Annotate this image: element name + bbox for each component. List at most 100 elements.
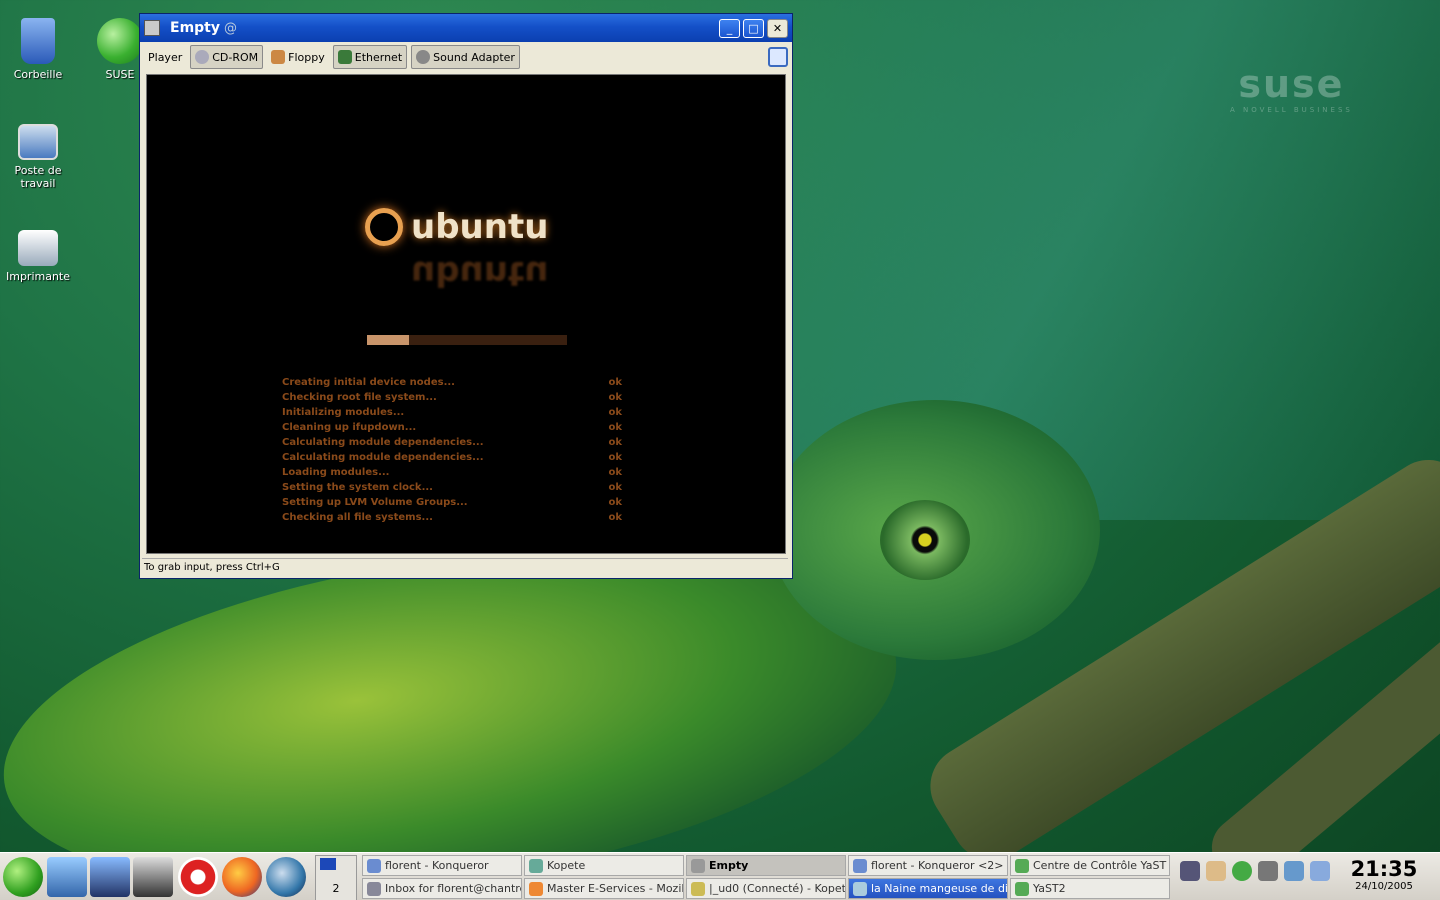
boot-log-status: ok [608,407,622,418]
suse-updater-icon[interactable] [1232,861,1252,881]
task-inbox[interactable]: Inbox for florent@chantret [362,878,522,899]
ubuntu-logo-text: ubuntu [411,207,549,247]
clock-date: 24/10/2005 [1355,881,1413,892]
maximize-button[interactable]: □ [743,18,764,38]
window-swirl-icon: @ [224,20,237,36]
boot-log-line: Calculating module dependencies... ok [282,435,622,450]
kopete-icon [529,859,543,873]
speaker-icon [416,50,431,64]
boot-log-line: Loading modules... ok [282,465,622,480]
ubuntu-logo: ubuntu [365,207,548,247]
suse-brand-watermark: suse A NOVELL BUSINESS [1230,62,1353,114]
sound-adapter-button[interactable]: Sound Adapter [411,45,520,69]
task-kopete-chat[interactable]: |_ud0 (Connecté) - Kopete [686,878,846,899]
boot-log-line: Initializing modules... ok [282,405,622,420]
pager-desktop-1[interactable] [320,858,336,870]
fullscreen-icon[interactable] [768,47,788,67]
minimize-button[interactable]: _ [719,18,740,38]
pager-desktop-2[interactable]: 2 [316,882,356,895]
task-label: Master E-Services - Mozilla F [547,882,684,895]
suse-chameleon-icon [97,18,143,64]
desktop-icon-trash[interactable]: Corbeille [0,18,76,81]
volume-icon[interactable] [1284,861,1304,881]
boot-log-line: Setting the system clock... ok [282,480,622,495]
desktop-icon-printer[interactable]: Imprimante [0,230,76,283]
task-mozilla[interactable]: Master E-Services - Mozilla F [524,878,684,899]
task-konqueror-1[interactable]: florent - Konqueror [362,855,522,876]
display-settings-icon[interactable] [1310,861,1330,881]
suse-brand-word: suse [1238,62,1345,106]
task-yast2[interactable]: YaST2 [1010,878,1170,899]
device-toolbar: Player CD-ROM Floppy Ethernet Sound Adap… [140,42,792,72]
klipper-icon[interactable] [1206,861,1226,881]
chat-icon [691,882,705,896]
boot-log-message: Checking all file systems... [282,512,433,523]
boot-progress-fill [367,335,409,345]
vm-player-window: Empty @ _ □ ✕ Player CD-ROM Floppy Ether… [139,13,793,579]
guest-display[interactable]: ubuntu ubuntu Creating initial device no… [146,74,786,554]
floppy-button[interactable]: Floppy [267,45,329,69]
sound-adapter-label: Sound Adapter [433,50,515,64]
window-statusbar: To grab input, press Ctrl+G [142,558,788,576]
cdrom-icon [195,50,210,64]
power-plug-icon[interactable] [1258,861,1278,881]
yast-icon [1015,882,1029,896]
boot-log-line: Creating initial device nodes... ok [282,375,622,390]
task-label: Centre de Contrôle YaST @ [1033,859,1170,872]
boot-log-message: Setting up LVM Volume Groups... [282,497,468,508]
window-titlebar[interactable]: Empty @ _ □ ✕ [140,14,792,42]
ethernet-button[interactable]: Ethernet [332,45,408,69]
suse-menu-icon[interactable] [3,857,43,897]
task-konqueror-2[interactable]: florent - Konqueror <2> [848,855,1008,876]
vm-icon [691,859,705,873]
boot-log-line: Setting up LVM Volume Groups... ok [282,495,622,510]
terminal-icon[interactable] [133,857,173,897]
task-kopete[interactable]: Kopete [524,855,684,876]
ethernet-icon [337,50,352,64]
network-icon[interactable] [1180,861,1200,881]
boot-progress-bar [367,335,567,345]
boot-log-message: Setting the system clock... [282,482,433,493]
home-folder-icon[interactable] [90,857,130,897]
printer-icon [18,230,58,266]
boot-log-line: Cleaning up ifupdown... ok [282,420,622,435]
task-label: florent - Konqueror [385,859,489,872]
window-title: Empty [170,20,220,36]
boot-log-status: ok [608,482,622,493]
boot-log-line: Checking all file systems... ok [282,510,622,525]
task-empty[interactable]: Empty [686,855,846,876]
task-naine[interactable]: la Naine mangeuse de dieux [848,878,1008,899]
boot-log-message: Loading modules... [282,467,390,478]
boot-log-status: ok [608,377,622,388]
konqueror-icon [367,859,381,873]
trash-icon [21,18,55,64]
window-app-icon[interactable] [144,20,160,36]
yast-icon [1015,859,1029,873]
suse-brand-tagline: A NOVELL BUSINESS [1230,106,1353,114]
cdrom-button[interactable]: CD-ROM [190,45,264,69]
desktop-icon-label: Corbeille [13,68,63,81]
boot-log-status: ok [608,467,622,478]
desktop-icon-computer[interactable]: Poste de travail [0,124,76,190]
boot-log-status: ok [608,437,622,448]
close-button[interactable]: ✕ [767,18,788,38]
task-label: |_ud0 (Connecté) - Kopete [709,882,846,895]
boot-log-status: ok [608,512,622,523]
task-yast-control[interactable]: Centre de Contrôle YaST @ [1010,855,1170,876]
task-label: Kopete [547,859,586,872]
task-label: YaST2 [1033,882,1066,895]
player-menu-label: Player [148,50,183,64]
firefox-icon[interactable] [222,857,262,897]
desktop-pager[interactable]: 2 [315,855,357,900]
desktop-icon-label: Imprimante [5,270,71,283]
boot-log-status: ok [608,452,622,463]
help-lifebuoy-icon[interactable] [178,857,218,897]
kde-panel: 2 florent - Konqueror Inbox for florent@… [0,852,1440,900]
boot-log-message: Calculating module dependencies... [282,452,484,463]
thunderbird-icon[interactable] [266,857,306,897]
player-menu[interactable]: Player [144,45,186,69]
desktop-show-icon[interactable] [47,857,87,897]
panel-clock[interactable]: 21:35 24/10/2005 [1338,857,1430,892]
system-tray [1180,861,1330,881]
boot-log-line: Calculating module dependencies... ok [282,450,622,465]
